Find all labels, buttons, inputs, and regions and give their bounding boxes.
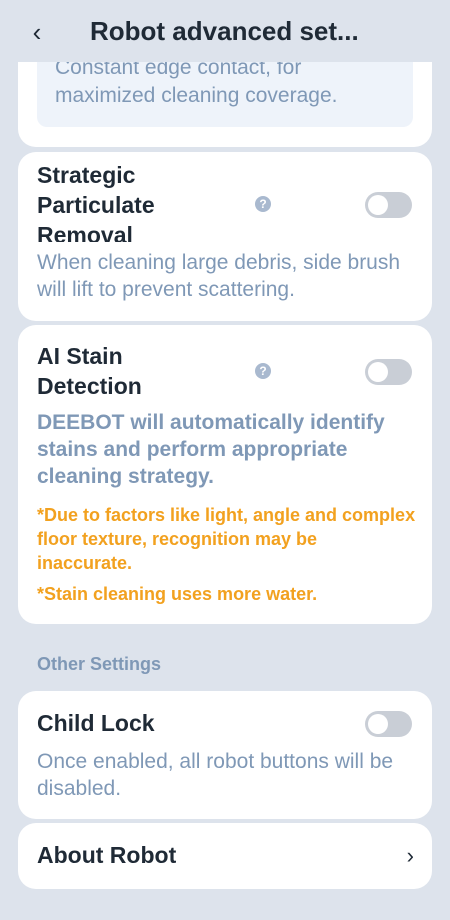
chevron-left-icon: ‹	[32, 17, 42, 47]
top-bar: ‹ Robot advanced set...	[0, 0, 450, 62]
strategic-particulate-removal-toggle[interactable]	[365, 192, 412, 218]
question-icon[interactable]: ?	[255, 196, 271, 212]
edge-cleaning-description: Constant edge contact, for maximized cle…	[55, 56, 338, 107]
strategic-particulate-removal-description: When cleaning large debris, side brush w…	[37, 251, 401, 301]
about-robot-row[interactable]: About Robot ›	[18, 823, 432, 889]
page-title: Robot advanced set...	[90, 16, 359, 46]
other-settings-label: Other Settings	[37, 654, 162, 674]
toggle-knob	[368, 195, 388, 215]
ai-stain-detection-card: AI Stain Detection ? DEEBOT will automat…	[18, 325, 432, 624]
ai-stain-warning-water: *Stain cleaning uses more water.	[37, 584, 318, 604]
ai-stain-detection-title: AI Stain Detection	[37, 343, 142, 399]
ai-stain-detection-toggle[interactable]	[365, 359, 412, 385]
back-button[interactable]: ‹	[26, 18, 48, 46]
toggle-knob	[368, 714, 388, 734]
ai-stain-detection-description: DEEBOT will automatically identify stain…	[37, 411, 385, 488]
strategic-particulate-removal-title: Strategic Particulate Removal	[37, 162, 155, 242]
child-lock-title: Child Lock	[37, 710, 155, 736]
strategic-particulate-removal-card: Strategic Particulate Removal ? When cle…	[18, 152, 432, 321]
child-lock-toggle[interactable]	[365, 711, 412, 737]
edge-cleaning-info-box: Constant edge contact, for maximized cle…	[37, 52, 413, 127]
ai-stain-warning-recognition: *Due to factors like light, angle and co…	[37, 505, 416, 573]
child-lock-description: Once enabled, all robot buttons will be …	[37, 750, 394, 800]
child-lock-card: Child Lock Once enabled, all robot butto…	[18, 691, 432, 819]
chevron-right-icon: ›	[406, 843, 414, 868]
about-robot-title: About Robot	[37, 842, 177, 868]
toggle-knob	[368, 362, 388, 382]
question-icon[interactable]: ?	[255, 363, 271, 379]
